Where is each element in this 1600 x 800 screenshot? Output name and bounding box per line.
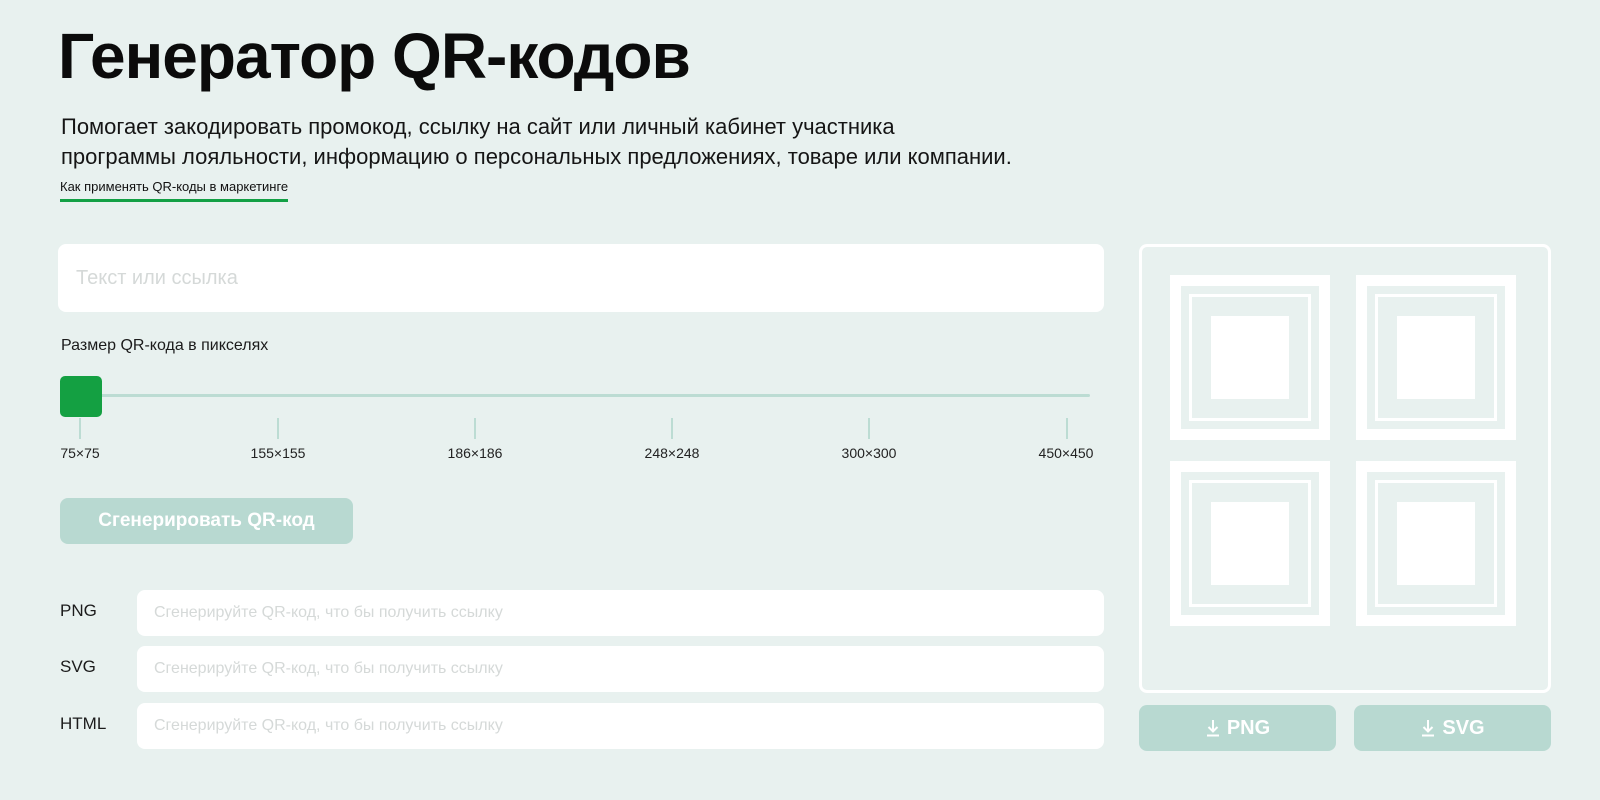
page-title: Генератор QR-кодов — [58, 20, 691, 92]
download-png-label: PNG — [1226, 716, 1271, 739]
size-slider[interactable] — [60, 376, 1090, 417]
slider-tick — [671, 418, 673, 439]
download-svg-label: SVG — [1442, 716, 1485, 739]
slider-tick — [474, 418, 476, 439]
qr-placeholder-block — [1356, 461, 1516, 626]
png-label: PNG — [60, 601, 97, 620]
download-png-button[interactable]: PNG — [1139, 705, 1336, 751]
download-icon — [1420, 718, 1436, 738]
size-option-155[interactable]: 155×155 — [251, 445, 306, 461]
qr-placeholder-block — [1170, 275, 1330, 440]
svg-label: SVG — [60, 657, 96, 676]
qr-placeholder-block — [1356, 275, 1516, 440]
slider-tick — [79, 418, 81, 439]
size-label: Размер QR-кода в пикселях — [61, 337, 269, 354]
qr-preview — [1139, 244, 1551, 693]
size-option-75[interactable]: 75×75 — [60, 445, 99, 461]
svg-link-field[interactable] — [137, 646, 1104, 692]
qr-placeholder-block — [1170, 461, 1330, 626]
download-svg-button[interactable]: SVG — [1354, 705, 1551, 751]
slider-tick — [868, 418, 870, 439]
size-option-450[interactable]: 450×450 — [1039, 445, 1094, 461]
slider-track[interactable] — [60, 394, 1090, 397]
size-option-186[interactable]: 186×186 — [448, 445, 503, 461]
download-icon — [1205, 718, 1221, 738]
html-label: HTML — [60, 714, 107, 733]
page-description: Помогает закодировать промокод, ссылку н… — [61, 114, 1012, 169]
size-option-248[interactable]: 248×248 — [645, 445, 700, 461]
text-or-link-input[interactable] — [58, 244, 1104, 312]
slider-tick — [1066, 418, 1068, 439]
qr-marketing-link[interactable]: Как применять QR-коды в маркетинге — [60, 178, 289, 202]
html-code-field[interactable] — [137, 703, 1104, 749]
slider-thumb[interactable] — [60, 376, 102, 417]
generate-qr-button[interactable]: Сгенерировать QR-код — [60, 498, 353, 544]
size-option-300[interactable]: 300×300 — [842, 445, 897, 461]
slider-tick — [277, 418, 279, 439]
png-link-field[interactable] — [137, 590, 1104, 636]
